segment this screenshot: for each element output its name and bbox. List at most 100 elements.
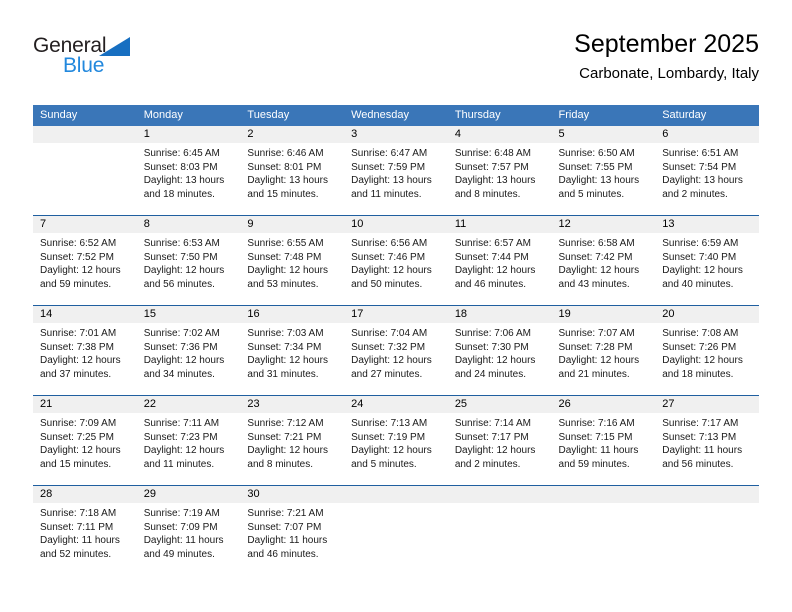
daylight-text-line1: Daylight: 12 hours (143, 445, 225, 457)
day-cell-inner: 3 Sunrise: 6:47 AM Sunset: 7:59 PM Daylight… (344, 126, 448, 215)
logo-text-blue: Blue (63, 54, 105, 77)
calendar-day-cell[interactable]: 26 Sunrise: 7:16 AM Sunset: 7:15 PM Dayligh… (551, 395, 656, 486)
day-cell-inner: 8 Sunrise: 6:53 AM Sunset: 7:50 PM Daylight… (136, 216, 241, 305)
sunrise-text: Sunrise: 6:57 AM (454, 238, 531, 249)
daylight-text-line1: Daylight: 12 hours (351, 265, 432, 277)
sunrise-text: Sunrise: 6:51 AM (662, 148, 739, 159)
day-cell-details (448, 503, 552, 507)
day-cell-inner: 14 Sunrise: 7:01 AM Sunset: 7:38 PM Dayligh… (33, 306, 137, 395)
sunset-text: Sunset: 7:07 PM (247, 521, 322, 533)
sunrise-text: Sunrise: 6:59 AM (662, 238, 739, 249)
daylight-text-line1: Daylight: 13 hours (247, 175, 329, 187)
page-title: September 2025 (574, 30, 759, 58)
sunrise-text: Sunrise: 6:53 AM (143, 238, 220, 249)
calendar-day-cell[interactable]: 21 Sunrise: 7:09 AM Sunset: 7:25 PM Dayligh… (33, 395, 137, 486)
day-cell-details: Sunrise: 7:11 AM Sunset: 7:23 PM Daylight:… (137, 413, 241, 471)
calendar-day-cell[interactable]: 1 Sunrise: 6:45 AM Sunset: 8:03 PM Daylight… (136, 126, 241, 216)
calendar-day-cell[interactable]: 18 Sunrise: 7:06 AM Sunset: 7:30 PM Dayligh… (447, 305, 552, 396)
calendar-day-cell[interactable]: 4 Sunrise: 6:48 AM Sunset: 7:57 PM Daylight… (447, 126, 552, 216)
calendar-day-cell[interactable]: 22 Sunrise: 7:11 AM Sunset: 7:23 PM Dayligh… (136, 395, 241, 486)
daylight-text-line2: and 50 minutes. (351, 278, 423, 290)
daylight-text-line2: and 46 minutes. (247, 548, 319, 560)
day-cell-inner: 5 Sunrise: 6:50 AM Sunset: 7:55 PM Daylight… (551, 126, 656, 215)
calendar-day-cell[interactable]: 16 Sunrise: 7:03 AM Sunset: 7:34 PM Dayligh… (240, 305, 345, 396)
day-number: 20 (655, 306, 759, 323)
calendar-day-cell-empty (551, 485, 656, 575)
day-number: 6 (655, 126, 759, 143)
day-number: 14 (33, 306, 137, 323)
calendar-day-cell[interactable]: 23 Sunrise: 7:12 AM Sunset: 7:21 PM Dayligh… (240, 395, 345, 486)
daylight-text-line2: and 11 minutes. (351, 188, 422, 200)
day-number: 8 (136, 216, 241, 233)
daylight-text-line2: and 15 minutes. (247, 188, 319, 200)
calendar-day-cell[interactable]: 14 Sunrise: 7:01 AM Sunset: 7:38 PM Dayligh… (33, 305, 137, 396)
calendar-day-cell[interactable]: 13 Sunrise: 6:59 AM Sunset: 7:40 PM Dayligh… (655, 215, 759, 306)
sunrise-text: Sunrise: 6:47 AM (351, 148, 428, 159)
sunset-text: Sunset: 7:28 PM (558, 341, 633, 353)
daylight-text-line1: Daylight: 12 hours (351, 355, 432, 367)
calendar-day-cell[interactable]: 19 Sunrise: 7:07 AM Sunset: 7:28 PM Dayligh… (551, 305, 656, 396)
day-number: 28 (33, 486, 137, 503)
day-number: 24 (344, 396, 448, 413)
calendar-day-cell[interactable]: 12 Sunrise: 6:58 AM Sunset: 7:42 PM Dayligh… (551, 215, 656, 306)
calendar-day-cell[interactable]: 15 Sunrise: 7:02 AM Sunset: 7:36 PM Dayligh… (136, 305, 241, 396)
day-number: 19 (551, 306, 656, 323)
sunset-text: Sunset: 7:59 PM (351, 161, 426, 173)
sunset-text: Sunset: 7:15 PM (558, 431, 633, 443)
sunset-text: Sunset: 7:23 PM (143, 431, 218, 443)
day-cell-inner: 9 Sunrise: 6:55 AM Sunset: 7:48 PM Daylight… (240, 216, 345, 305)
sunset-text: Sunset: 7:42 PM (558, 251, 633, 263)
calendar-day-cell[interactable]: 3 Sunrise: 6:47 AM Sunset: 7:59 PM Daylight… (344, 126, 448, 216)
day-cell-inner: 19 Sunrise: 7:07 AM Sunset: 7:28 PM Dayligh… (551, 306, 656, 395)
calendar-day-cell[interactable]: 5 Sunrise: 6:50 AM Sunset: 7:55 PM Daylight… (551, 126, 656, 216)
calendar-day-cell[interactable]: 29 Sunrise: 7:19 AM Sunset: 7:09 PM Dayligh… (136, 485, 241, 575)
day-cell-inner: 13 Sunrise: 6:59 AM Sunset: 7:40 PM Dayligh… (655, 216, 759, 305)
sunrise-text: Sunrise: 6:55 AM (247, 238, 324, 249)
daylight-text-line1: Daylight: 12 hours (40, 445, 121, 457)
page-header: General Blue September 2025 Carbonate, L… (33, 28, 759, 98)
calendar-day-cell[interactable]: 9 Sunrise: 6:55 AM Sunset: 7:48 PM Daylight… (240, 215, 345, 306)
sunset-text: Sunset: 7:26 PM (662, 341, 737, 353)
daylight-text-line2: and 40 minutes. (662, 278, 734, 290)
sunrise-text: Sunrise: 7:21 AM (247, 508, 324, 519)
sunrise-text: Sunrise: 6:56 AM (351, 238, 428, 249)
daylight-text-line2: and 37 minutes. (40, 368, 112, 380)
calendar-day-cell[interactable]: 28 Sunrise: 7:18 AM Sunset: 7:11 PM Dayligh… (33, 485, 137, 575)
calendar-day-cell[interactable]: 8 Sunrise: 6:53 AM Sunset: 7:50 PM Daylight… (136, 215, 241, 306)
day-number: 16 (240, 306, 345, 323)
day-number: 9 (240, 216, 345, 233)
day-cell-details (655, 503, 759, 507)
calendar-day-cell[interactable]: 20 Sunrise: 7:08 AM Sunset: 7:26 PM Dayligh… (655, 305, 759, 396)
daylight-text-line1: Daylight: 12 hours (558, 265, 640, 277)
day-cell-inner: 22 Sunrise: 7:11 AM Sunset: 7:23 PM Dayligh… (136, 396, 241, 485)
sunset-text: Sunset: 7:50 PM (143, 251, 218, 263)
sunset-text: Sunset: 7:21 PM (247, 431, 322, 443)
day-cell-inner (551, 486, 656, 575)
day-cell-details: Sunrise: 7:21 AM Sunset: 7:07 PM Daylight:… (240, 503, 344, 561)
day-cell-details: Sunrise: 7:04 AM Sunset: 7:32 PM Daylight:… (344, 323, 448, 381)
calendar-day-cell[interactable]: 30 Sunrise: 7:21 AM Sunset: 7:07 PM Dayligh… (240, 485, 345, 575)
calendar-day-cell[interactable]: 11 Sunrise: 6:57 AM Sunset: 7:44 PM Dayligh… (447, 215, 552, 306)
day-cell-inner: 6 Sunrise: 6:51 AM Sunset: 7:54 PM Daylight… (655, 126, 759, 215)
calendar-day-cell[interactable]: 6 Sunrise: 6:51 AM Sunset: 7:54 PM Daylight… (655, 126, 759, 216)
day-number: 29 (136, 486, 241, 503)
sunrise-text: Sunrise: 7:18 AM (40, 508, 117, 519)
calendar-day-cell[interactable]: 24 Sunrise: 7:13 AM Sunset: 7:19 PM Dayligh… (344, 395, 448, 486)
calendar-day-cell[interactable]: 2 Sunrise: 6:46 AM Sunset: 8:01 PM Daylight… (240, 126, 345, 216)
daylight-text-line2: and 2 minutes. (662, 188, 728, 200)
calendar-day-cell[interactable]: 25 Sunrise: 7:14 AM Sunset: 7:17 PM Dayligh… (447, 395, 552, 486)
calendar-day-cell[interactable]: 17 Sunrise: 7:04 AM Sunset: 7:32 PM Dayligh… (344, 305, 448, 396)
sunset-text: Sunset: 7:11 PM (40, 521, 114, 533)
weekday-header-monday: Monday (136, 105, 241, 126)
sunrise-text: Sunrise: 6:46 AM (247, 148, 324, 159)
general-blue-logo[interactable]: General Blue (33, 34, 233, 90)
daylight-text-line2: and 18 minutes. (143, 188, 215, 200)
calendar-day-cell[interactable]: 10 Sunrise: 6:56 AM Sunset: 7:46 PM Dayligh… (344, 215, 448, 306)
daylight-text-line1: Daylight: 12 hours (558, 355, 640, 367)
calendar-day-cell[interactable]: 7 Sunrise: 6:52 AM Sunset: 7:52 PM Daylight… (33, 215, 137, 306)
calendar-day-cell[interactable]: 27 Sunrise: 7:17 AM Sunset: 7:13 PM Dayligh… (655, 395, 759, 486)
calendar-week-row: 1 Sunrise: 6:45 AM Sunset: 8:03 PM Daylight… (33, 126, 759, 216)
day-cell-inner: 25 Sunrise: 7:14 AM Sunset: 7:17 PM Dayligh… (447, 396, 552, 485)
day-number: 18 (447, 306, 552, 323)
daylight-text-line2: and 59 minutes. (558, 458, 630, 470)
